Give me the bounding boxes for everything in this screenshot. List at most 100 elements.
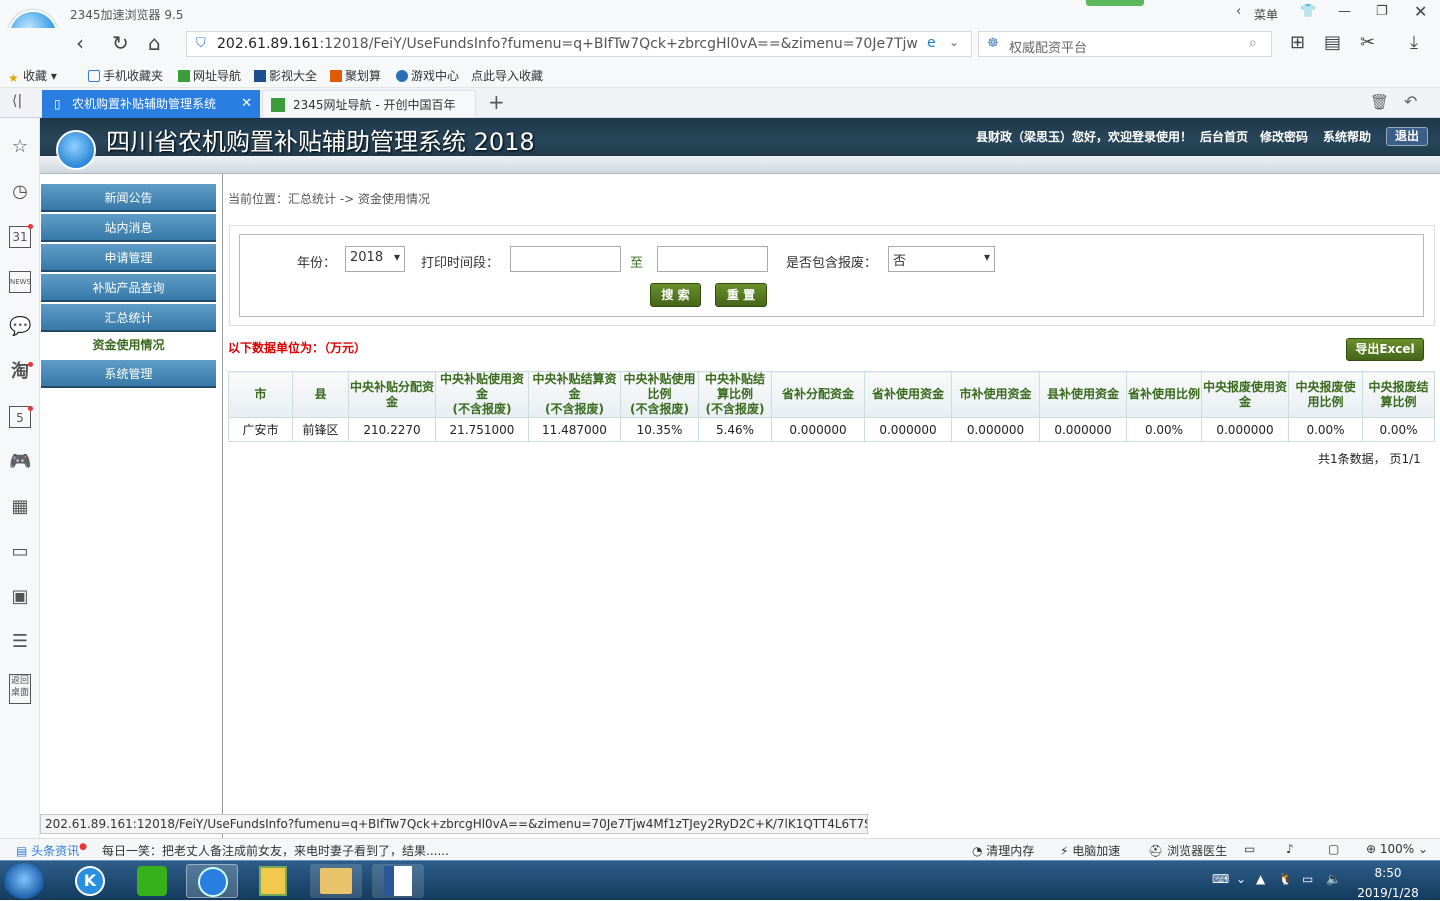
tab-2345-nav[interactable]: 2345网址导航 - 开创中国百年	[262, 90, 476, 118]
bookmark-mobile[interactable]: 手机收藏夹	[88, 67, 163, 84]
bookmark-juhuasuan[interactable]: 聚划算	[330, 67, 381, 84]
bookmark-favorites[interactable]: ★ 收藏 ▾	[8, 67, 57, 85]
apps-icon[interactable]: ⊞	[1290, 32, 1305, 54]
speedup-button[interactable]: ⚡ 电脑加速	[1060, 842, 1120, 859]
menu-messages[interactable]: 站内消息	[41, 214, 216, 242]
logout-button[interactable]: 退出	[1386, 127, 1428, 146]
menu-button[interactable]: 菜单	[1254, 6, 1278, 23]
back-icon[interactable]: ‹	[76, 32, 84, 54]
bookmark-import[interactable]: 点此导入收藏	[471, 67, 543, 84]
screen-icon[interactable]: ▭	[9, 541, 31, 563]
skin-icon[interactable]: 👕	[1300, 4, 1316, 19]
app-header-strip	[40, 156, 1440, 174]
clock-date: 2019/1/28	[1357, 886, 1419, 900]
scissors-icon[interactable]: ✂	[1360, 32, 1375, 54]
scrap-select[interactable]: 否 ▾	[888, 246, 995, 272]
video-icon[interactable]: ▦	[9, 496, 31, 518]
export-excel-button[interactable]: 导出Excel	[1346, 338, 1424, 361]
gamepad-icon[interactable]: 🎮	[9, 451, 31, 473]
taskbar-notepad[interactable]	[248, 864, 300, 898]
calculator-icon[interactable]: ▣	[9, 586, 31, 608]
reader-icon[interactable]: ▤	[1324, 32, 1341, 54]
chat-icon[interactable]: 💬	[9, 316, 31, 338]
tray-expand-icon[interactable]: ▲	[1256, 871, 1265, 887]
column-header: 中央报废结算比例	[1362, 371, 1435, 418]
url-dropdown-icon[interactable]: ⌄	[949, 35, 959, 49]
new-tab-icon[interactable]: +	[488, 90, 505, 114]
sidebar-toggle-icon[interactable]: ⟨|	[12, 93, 22, 109]
windows-taskbar: K ⌨ ⌄ ▲ 🐧 ▭ 🔈 8:50 2019/1/28	[0, 860, 1440, 900]
news-headline-link[interactable]: ▤ 头条资讯●	[16, 842, 87, 859]
chevron-down-icon: ▾	[393, 250, 400, 264]
menu-fund-usage[interactable]: 资金使用情况	[41, 333, 216, 357]
unit-note: 以下数据单位为：（万元）	[228, 341, 367, 355]
volume-icon[interactable]: ♪	[1286, 842, 1294, 856]
help-link[interactable]: 系统帮助	[1323, 128, 1371, 145]
end-date-input[interactable]	[657, 246, 768, 272]
clock[interactable]: 8:50 2019/1/28	[1354, 865, 1422, 901]
browser-titlebar: 2345加速浏览器 9.5 ‹ 菜单 👕 — ❐ ✕	[0, 0, 1440, 28]
refresh-icon[interactable]: ↻	[112, 32, 129, 54]
taskbar-browser[interactable]	[186, 864, 238, 898]
column-header: 县	[292, 371, 349, 418]
table-cell: 广安市	[228, 417, 293, 442]
notification-dot: ●	[79, 842, 88, 852]
taskbar-word[interactable]	[372, 864, 424, 898]
year-select[interactable]: 2018 ▾	[345, 246, 405, 272]
minimize-icon[interactable]: —	[1338, 4, 1351, 19]
ime-icon[interactable]: ⌄	[1236, 871, 1246, 887]
search-button[interactable]: 搜 索	[650, 283, 701, 307]
qq-icon[interactable]: 🐧	[1278, 871, 1293, 887]
taskbar-explorer[interactable]	[310, 864, 362, 898]
taskbar-iqiyi[interactable]	[126, 864, 178, 898]
table-cell: 0.000000	[1039, 417, 1127, 442]
taskbar-kugou[interactable]: K	[64, 864, 116, 898]
news-icon[interactable]: NEWS	[9, 271, 31, 293]
filter-panel	[239, 234, 1424, 317]
cast-icon[interactable]: ▭	[1244, 842, 1255, 856]
menu-system[interactable]: 系统管理	[41, 360, 216, 388]
download-icon[interactable]: ⤓	[1410, 32, 1418, 54]
trash-icon[interactable]: 🗑	[1370, 93, 1389, 111]
table-cell: 0.00%	[1362, 417, 1435, 442]
speaker-icon[interactable]: 🔈	[1326, 871, 1341, 887]
menu-news[interactable]: 新闻公告	[41, 184, 216, 212]
close-tab-icon[interactable]: ✕	[241, 90, 252, 118]
change-password-link[interactable]: 修改密码	[1260, 128, 1308, 145]
news-ticker[interactable]: 每日一笑：把老丈人备注成前女友，来电时妻子看到了，结果......	[102, 842, 449, 859]
bookmark-nav[interactable]: 网址导航	[178, 67, 241, 84]
menu-statistics[interactable]: 汇总统计	[41, 304, 216, 332]
list-icon[interactable]: ☰	[9, 631, 31, 653]
menu-product-query[interactable]: 补贴产品查询	[41, 274, 216, 302]
home-icon[interactable]: ⌂	[148, 32, 161, 54]
zoom-control[interactable]: ⊕ 100% ⌄	[1366, 842, 1428, 856]
ie-engine-icon[interactable]: e	[927, 35, 936, 51]
search-icon[interactable]: ⌕	[1249, 35, 1257, 51]
home-link[interactable]: 后台首页	[1200, 128, 1248, 145]
start-button[interactable]	[4, 863, 44, 899]
close-window-icon[interactable]: ✕	[1414, 2, 1427, 21]
browser-doctor-button[interactable]: ⛑ 浏览器医生	[1148, 842, 1227, 859]
menu-chevron-icon[interactable]: ‹	[1236, 4, 1241, 19]
column-header: 中央报废使用比例	[1288, 371, 1363, 418]
bookmark-video[interactable]: 影视大全	[254, 67, 317, 84]
back-desktop-icon[interactable]: 返回桌面	[9, 674, 31, 704]
clock-time: 8:50	[1374, 866, 1402, 880]
reset-button[interactable]: 重 置	[715, 283, 767, 307]
keyboard-icon[interactable]: ⌨	[1212, 871, 1229, 887]
calendar-icon[interactable]: 31	[9, 226, 31, 248]
history-icon[interactable]: ◷	[9, 181, 31, 203]
address-bar[interactable]: ⛉ 202.61.89.161:12018/FeiY/UseFundsInfo?…	[186, 31, 972, 57]
undo-icon[interactable]: ↶	[1404, 92, 1417, 111]
clean-memory-button[interactable]: ◔ 清理内存	[972, 842, 1034, 859]
tab-subsidy-system[interactable]: ▯ 农机购置补贴辅助管理系统 ✕	[42, 90, 260, 118]
start-date-input[interactable]	[510, 246, 621, 272]
bookmark-games[interactable]: 游戏中心	[396, 67, 459, 84]
search-box[interactable]: ☸ 权威配资平台 ⌕	[978, 31, 1272, 57]
window-icon[interactable]: ▢	[1328, 842, 1339, 856]
network-icon[interactable]: ▭	[1302, 871, 1313, 887]
restore-icon[interactable]: ❐	[1376, 4, 1388, 19]
zoom-icon: ⊕	[1366, 842, 1380, 856]
menu-applications[interactable]: 申请管理	[41, 244, 216, 272]
star-icon[interactable]: ☆	[9, 136, 31, 158]
